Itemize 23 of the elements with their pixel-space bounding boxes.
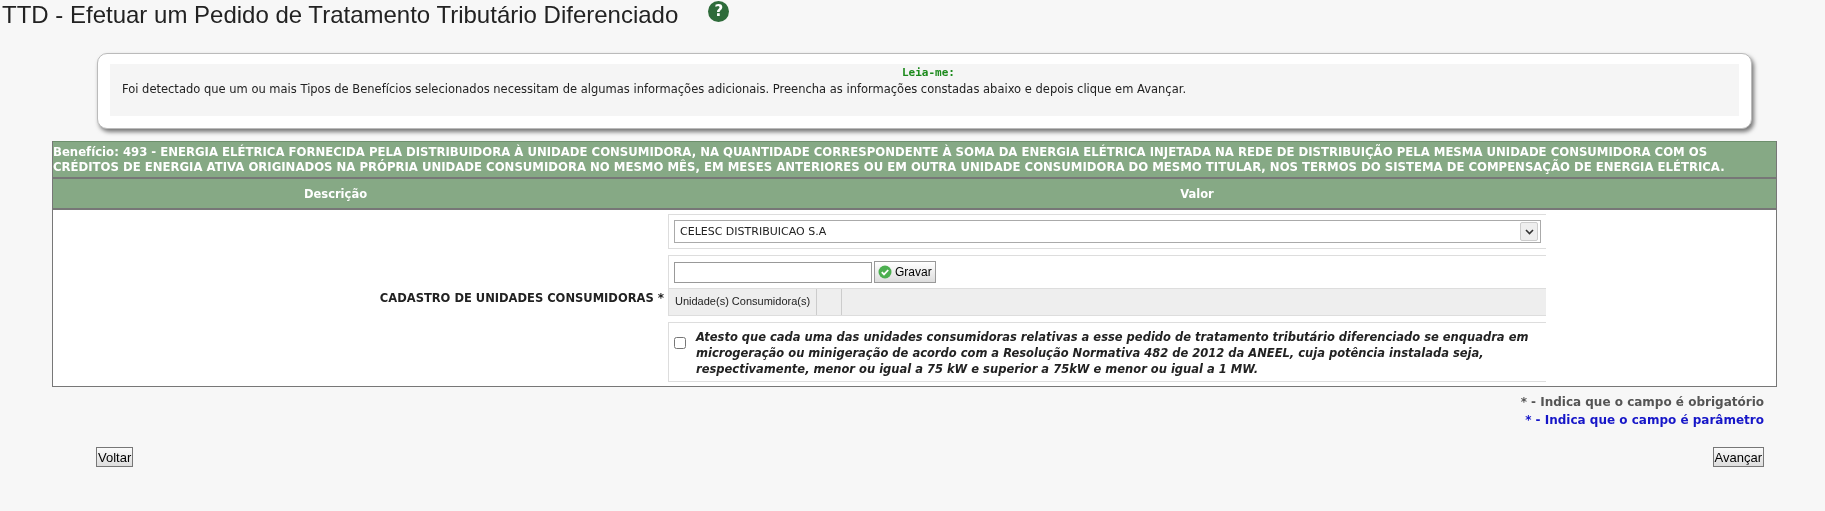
- page-title: TTD - Efetuar um Pedido de Tratamento Tributário Diferenciado: [1, 1, 679, 29]
- legend-mark: *: [1525, 413, 1532, 427]
- attest-text: Atesto que cada uma das unidades consumidoras relativas a esse pedido de tratamento tributário diferenciado se enquadra em microgeração ou minigeração de acordo com a Resolução Normativa 482 de 2012 da ANEEL, cuja potência instalada seja, respectivamente, menor ou igual a 75 kW e superior a 75kW e menor ou igual a 1 MW.: [694, 329, 1530, 377]
- legend-text: - Indica que o campo é parâmetro: [1535, 413, 1764, 427]
- distributor-select[interactable]: CELESC DISTRIBUICAO S.A: [674, 220, 1541, 243]
- column-header: Descrição: [302, 186, 369, 201]
- benefit-header: Benefício: 493 - ENERGIA ELÉTRICA FORNECIDA PELA DISTRIBUIDORA À UNIDADE CONSUMIDORA, NA QUANTIDADE CORRESPONDENTE À SOMA DA ENERGIA ELÉTRICA INJETADA NA REDE DE DISTRIBUIÇÃO PELA MESMA UNIDADE CONSUMIDORA COM OS CRÉDITOS DE ENERGIA ATIVA ORIGINADOS NA PRÓPRIA UNIDADE CONSUMIDORA NO MESMO MÊS, EM MESES ANTERIORES OU EM OUTRA UNIDADE CONSUMIDORA DO MESMO TITULAR, NOS TERMOS DO SISTEMA DE COMPENSAÇÃO DE ENERGIA ELÉTRICA.: [53, 141, 1776, 177]
- field-label: CADASTRO DE UNIDADES CONSUMIDORAS: [379, 291, 654, 305]
- readme-heading: Leia-me:: [901, 66, 956, 79]
- back-button[interactable]: Voltar: [96, 447, 134, 467]
- check-icon: [878, 265, 892, 279]
- unit-input[interactable]: [674, 261, 872, 283]
- legend-text: - Indica que o campo é obrigatório: [1531, 395, 1764, 409]
- legend-mark: *: [1520, 395, 1527, 409]
- caret-icon: [1524, 228, 1534, 235]
- help-icon[interactable]: ?: [708, 0, 730, 22]
- grid-column-header: Unidade(s) Consumidora(s): [669, 289, 818, 315]
- save-button[interactable]: Gravar: [874, 261, 936, 283]
- next-button[interactable]: Avançar: [1712, 447, 1764, 467]
- attest-checkbox[interactable]: [674, 337, 686, 349]
- required-mark: *: [657, 291, 664, 305]
- readme-text: Foi detectado que um ou mais Tipos de Benefícios selecionados necessitam de algumas informações adicionais. Preencha as informações constadas abaixo e depois clique em Avançar.: [122, 82, 1188, 96]
- column-header: Valor: [1179, 186, 1215, 201]
